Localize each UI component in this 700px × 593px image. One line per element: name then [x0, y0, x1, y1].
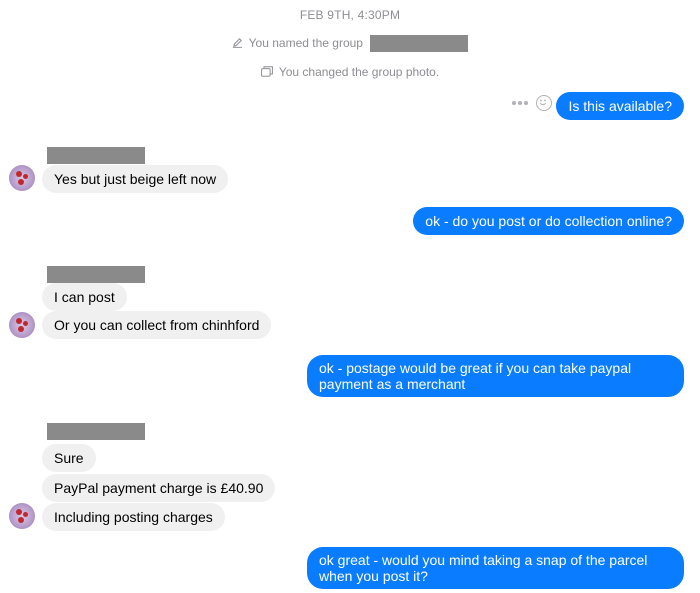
photo-icon	[260, 65, 273, 81]
message-incoming[interactable]: Including posting charges	[42, 503, 225, 531]
message-incoming[interactable]: Sure	[42, 444, 96, 472]
message-outgoing[interactable]: ok great - would you mind taking a snap …	[307, 547, 684, 589]
system-named-group: You named the group	[0, 35, 700, 53]
message-outgoing[interactable]: ok - postage would be great if you can t…	[307, 355, 684, 397]
message-incoming[interactable]: Yes but just beige left now	[42, 165, 229, 193]
sender-avatar[interactable]	[9, 165, 35, 191]
sender-avatar[interactable]	[9, 503, 35, 529]
pencil-icon	[232, 36, 243, 52]
message-outgoing[interactable]: Is this available?	[556, 92, 684, 120]
message-outgoing[interactable]: ok - do you post or do collection online…	[413, 207, 684, 235]
message-incoming[interactable]: Or you can collect from chinhford	[42, 311, 272, 339]
redacted-sender-name	[47, 423, 145, 440]
smiley-icon[interactable]	[536, 95, 552, 111]
redacted-sender-name	[47, 266, 145, 283]
message-incoming[interactable]: PayPal payment charge is £40.90	[42, 474, 276, 502]
more-dots-icon[interactable]	[512, 101, 530, 107]
conversation-timestamp: FEB 9TH, 4:30PM	[299, 8, 401, 22]
redacted-group-name	[370, 35, 469, 53]
message-incoming[interactable]: I can post	[42, 283, 127, 311]
sender-avatar[interactable]	[9, 312, 35, 338]
redacted-sender-name	[47, 147, 145, 164]
system-changed-photo: You changed the group photo.	[0, 64, 700, 81]
system-named-group-text: You named the group	[248, 36, 363, 50]
system-changed-photo-text: You changed the group photo.	[278, 65, 440, 79]
